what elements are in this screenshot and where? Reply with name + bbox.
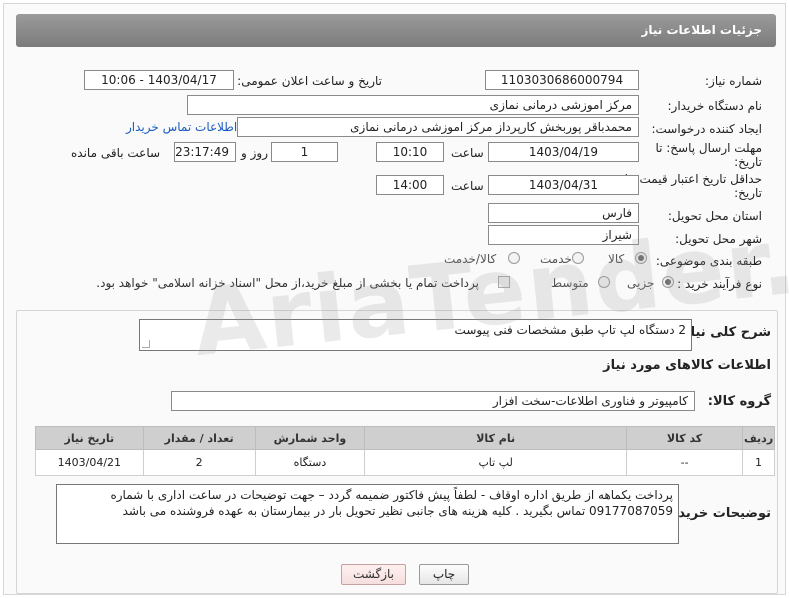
description-text: 2 دستگاه لپ تاپ طبق مشخصات فنی پیوست	[454, 323, 686, 337]
validity-date-field[interactable]: 1403/04/31	[488, 175, 639, 195]
print-button[interactable]: چاپ	[419, 564, 469, 585]
validity-label: حداقل تاریخ اعتبار قیمت: تا	[624, 172, 762, 186]
goods-info-title: اطلاعات کالاهای مورد نیاز	[603, 358, 771, 373]
cell-row: 1	[742, 449, 775, 476]
city-label: شهر محل تحویل:	[675, 232, 762, 246]
announce-date-label: تاریخ و ساعت اعلان عمومی:	[237, 74, 382, 88]
col-need-date: تاریخ نیاز	[35, 426, 144, 450]
cell-unit: دستگاه	[254, 449, 366, 476]
col-row: ردیف	[742, 426, 775, 450]
announce-date-field[interactable]: 1403/04/17 - 10:06	[84, 70, 234, 90]
goods-table-header: ردیف کد کالا نام کالا واحد شمارش تعداد /…	[35, 426, 775, 450]
back-button[interactable]: بازگشت	[341, 564, 406, 585]
category-radio-goods[interactable]	[635, 252, 647, 264]
process-option-medium: متوسط	[551, 276, 589, 290]
deadline-time-label: ساعت	[451, 146, 484, 160]
creator-field[interactable]: محمدباقر پوربخش کارپرداز مرکز اموزشی درم…	[237, 117, 639, 137]
category-radio-goods-service[interactable]	[508, 252, 520, 264]
process-label: نوع فرآیند خرید :	[677, 277, 762, 291]
need-number-field[interactable]: 1103030686000794	[485, 70, 639, 90]
category-label: طبقه بندی موضوعی:	[655, 254, 762, 268]
table-row[interactable]: 1 -- لپ تاپ دستگاه 2 1403/04/21	[35, 449, 775, 476]
category-option-goods: کالا	[608, 252, 625, 266]
province-label: استان محل تحویل:	[667, 209, 762, 223]
process-radio-minor[interactable]	[662, 276, 674, 288]
deadline-time-field[interactable]: 10:10	[376, 142, 444, 162]
remaining-days-field[interactable]: 1	[271, 142, 338, 162]
buyer-org-field[interactable]: مرکز اموزشی درمانی نمازی	[187, 95, 639, 115]
treasury-payment-checkbox[interactable]	[498, 276, 510, 288]
cell-name: لپ تاپ	[364, 449, 628, 476]
category-option-goods-service: کالا/خدمت	[444, 252, 497, 266]
goods-group-label: گروه کالا:	[707, 394, 771, 409]
city-field[interactable]: شیراز	[488, 225, 639, 245]
resize-handle-icon[interactable]	[142, 340, 150, 348]
col-quantity: تعداد / مقدار	[142, 426, 256, 450]
remaining-time-field[interactable]: 23:17:49	[174, 142, 236, 162]
creator-label: ایجاد کننده درخواست:	[651, 122, 762, 136]
remaining-label: ساعت باقی مانده	[71, 146, 161, 160]
page-container: جزئیات اطلاعات نیاز شماره نیاز: 11030306…	[3, 3, 789, 595]
deadline-date-label: تاریخ:	[734, 155, 762, 169]
cell-code: --	[626, 449, 744, 476]
buyer-contact-link[interactable]: اطلاعات تماس خریدار	[126, 120, 237, 134]
buyer-notes-text: پرداخت یکماهه از طریق اداره اوقاف - لطفا…	[110, 488, 673, 518]
page-title: جزئیات اطلاعات نیاز	[16, 14, 776, 47]
col-code: کد کالا	[626, 426, 744, 450]
col-unit: واحد شمارش	[254, 426, 366, 450]
process-option-minor: جزیی	[627, 276, 655, 290]
treasury-payment-note: پرداخت تمام یا بخشی از مبلغ خرید،از محل …	[96, 276, 479, 290]
province-field[interactable]: فارس	[488, 203, 639, 223]
validity-time-field[interactable]: 14:00	[376, 175, 444, 195]
category-radio-service[interactable]	[572, 252, 584, 264]
validity-date-label: تاریخ:	[734, 186, 762, 200]
description-textarea[interactable]: 2 دستگاه لپ تاپ طبق مشخصات فنی پیوست	[139, 319, 692, 351]
buyer-notes-textarea[interactable]: پرداخت یکماهه از طریق اداره اوقاف - لطفا…	[56, 484, 679, 544]
validity-time-label: ساعت	[451, 179, 484, 193]
category-option-service: خدمت	[540, 252, 572, 266]
col-name: نام کالا	[364, 426, 628, 450]
deadline-date-field[interactable]: 1403/04/19	[488, 142, 639, 162]
need-number-label: شماره نیاز:	[705, 74, 762, 88]
goods-table: ردیف کد کالا نام کالا واحد شمارش تعداد /…	[35, 426, 775, 476]
process-radio-medium[interactable]	[598, 276, 610, 288]
cell-need-date: 1403/04/21	[35, 449, 144, 476]
days-label: روز و	[241, 146, 268, 160]
goods-group-field[interactable]: کامپیوتر و فناوری اطلاعات-سخت افزار	[171, 391, 695, 411]
buyer-org-label: نام دستگاه خریدار:	[667, 99, 763, 113]
deadline-label: مهلت ارسال پاسخ: تا	[655, 141, 762, 155]
cell-quantity: 2	[142, 449, 256, 476]
